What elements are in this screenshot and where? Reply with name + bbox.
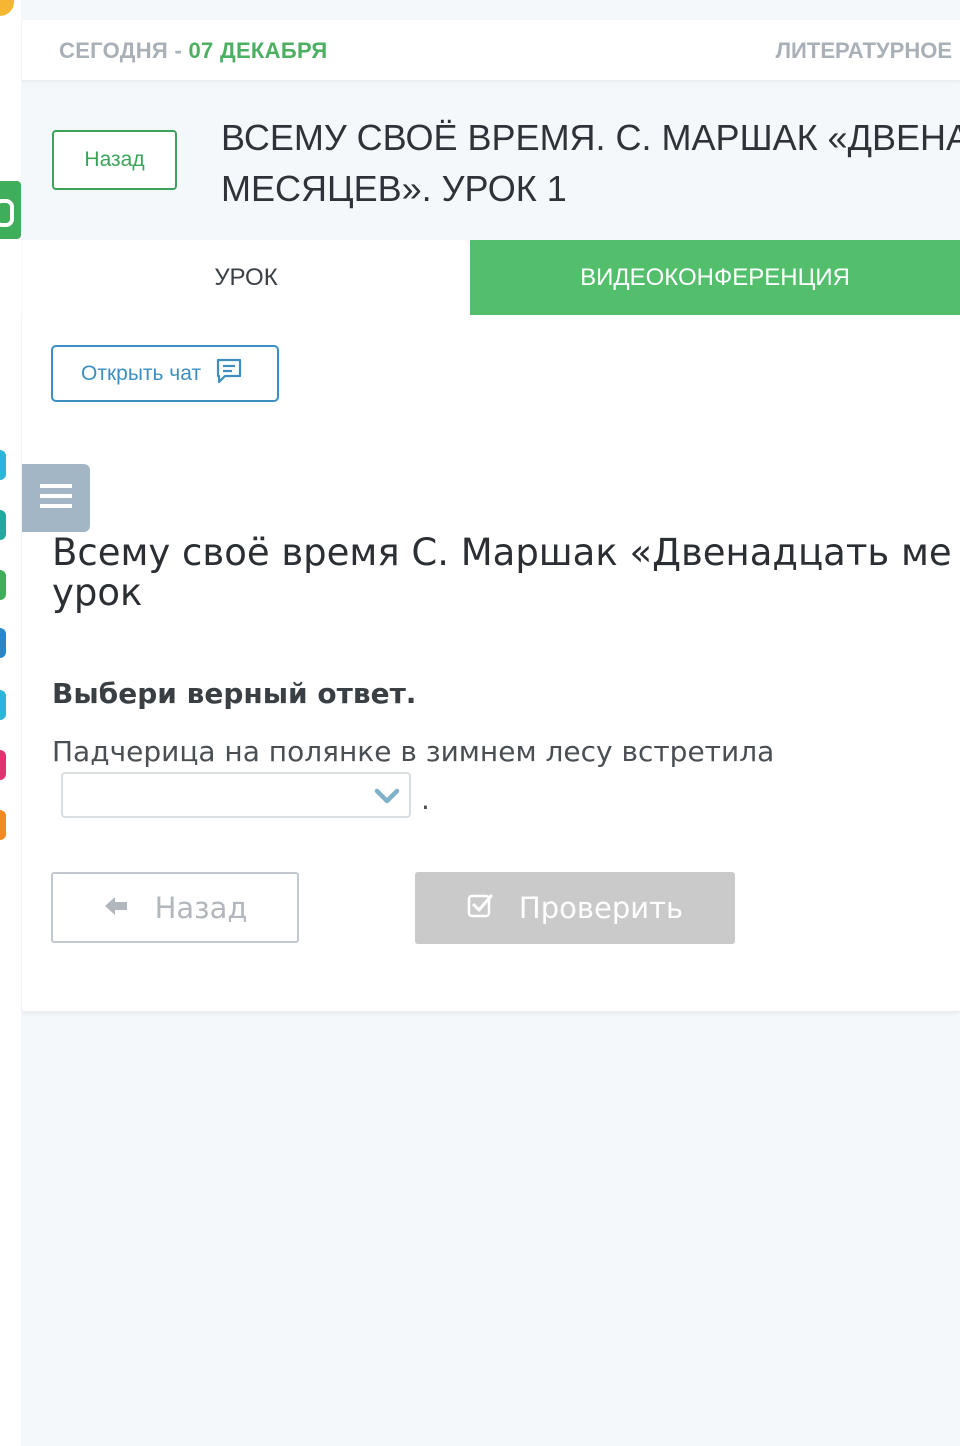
rail-dot-teal[interactable] bbox=[0, 510, 6, 540]
hamburger-icon bbox=[39, 482, 73, 515]
content-menu-button[interactable] bbox=[22, 464, 90, 532]
today-text: СЕГОДНЯ bbox=[59, 38, 169, 63]
task-instruction: Выбери верный ответ. bbox=[52, 677, 417, 710]
lesson-content: Открыть чат Всему своё время С. Маршак «… bbox=[22, 315, 960, 1011]
rail-dot-yellow bbox=[0, 0, 14, 16]
lesson-title: ВСЕМУ СВОЁ ВРЕМЯ. С. МАРШАК «ДВЕНАДЦАТЬ … bbox=[221, 112, 960, 214]
open-chat-button[interactable]: Открыть чат bbox=[51, 345, 279, 402]
sentence-period: . bbox=[421, 783, 430, 816]
tab-bar: УРОК ВИДЕОКОНФЕРЕНЦИЯ bbox=[22, 240, 960, 315]
today-label: СЕГОДНЯ - 07 ДЕКАБРЯ bbox=[59, 38, 328, 64]
tab-lesson[interactable]: УРОК bbox=[22, 240, 470, 315]
back-button-label: Назад bbox=[154, 890, 248, 925]
left-rail bbox=[0, 0, 21, 1446]
content-title-line1: Всему своё время С. Маршак «Двенадцать м… bbox=[52, 533, 952, 574]
rail-dot-cyan-1[interactable] bbox=[0, 450, 6, 480]
tab-videoconference[interactable]: ВИДЕОКОНФЕРЕНЦИЯ bbox=[470, 240, 960, 315]
check-square-icon bbox=[467, 891, 493, 925]
lesson-title-line2: МЕСЯЦЕВ». УРОК 1 bbox=[221, 168, 567, 209]
arrow-left-icon bbox=[103, 891, 129, 925]
date-separator: - bbox=[168, 38, 189, 63]
answer-dropdown[interactable] bbox=[61, 772, 411, 818]
rail-dot-green[interactable] bbox=[0, 570, 6, 600]
rail-dot-pink[interactable] bbox=[0, 750, 6, 780]
task-question: Падчерица на полянке в зимнем лесу встре… bbox=[52, 735, 775, 768]
check-button[interactable]: Проверить bbox=[415, 872, 735, 944]
lesson-title-line1: ВСЕМУ СВОЁ ВРЕМЯ. С. МАРШАК «ДВЕНАДЦАТЬ bbox=[221, 117, 960, 158]
content-title-line2: урок bbox=[52, 571, 143, 613]
today-date: 07 ДЕКАБРЯ bbox=[188, 38, 328, 63]
header-back-button[interactable]: Назад bbox=[52, 130, 177, 190]
back-button[interactable]: Назад bbox=[51, 872, 299, 943]
lesson-header: Назад ВСЕМУ СВОЁ ВРЕМЯ. С. МАРШАК «ДВЕНА… bbox=[22, 80, 960, 240]
rail-active-tab[interactable] bbox=[0, 181, 21, 239]
rail-dot-orange[interactable] bbox=[0, 810, 6, 840]
date-bar: СЕГОДНЯ - 07 ДЕКАБРЯ ЛИТЕРАТУРНОЕ bbox=[22, 20, 960, 80]
chevron-down-icon bbox=[373, 782, 401, 815]
check-button-label: Проверить bbox=[518, 891, 684, 925]
content-title: Всему своё время С. Маршак «Двенадцать м… bbox=[52, 533, 952, 613]
open-chat-label: Открыть чат bbox=[81, 361, 202, 385]
rail-dot-cyan-2[interactable] bbox=[0, 690, 6, 720]
subject-label: ЛИТЕРАТУРНОЕ bbox=[775, 38, 952, 63]
rail-dot-blue[interactable] bbox=[0, 628, 6, 658]
chat-icon bbox=[215, 357, 243, 391]
